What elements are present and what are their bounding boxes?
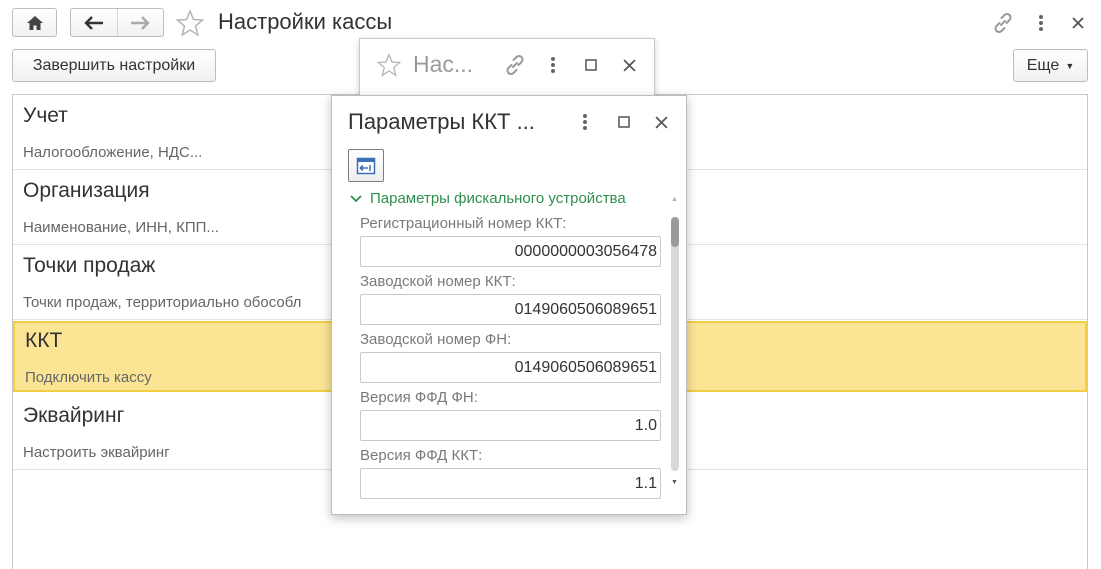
read-parameters-button[interactable] — [348, 149, 384, 182]
section-subtitle[interactable]: Наименование, ИНН, КПП... — [23, 219, 219, 236]
scrollbar-thumb[interactable] — [671, 217, 679, 247]
section-subtitle[interactable]: Подключить кассу — [25, 369, 152, 386]
maximize-icon — [585, 59, 597, 71]
window-title: Нас... — [413, 51, 474, 77]
registration-number-field[interactable]: 0000000003056478 — [360, 236, 661, 267]
link-button[interactable] — [990, 10, 1016, 36]
home-icon — [26, 15, 43, 30]
section-title: ККТ — [25, 329, 63, 352]
more-vertical-icon — [1039, 15, 1043, 31]
ffd-kkt-version-field[interactable]: 1.1 — [360, 468, 661, 499]
more-menu-button[interactable] — [575, 109, 595, 135]
fiscal-device-group-header[interactable]: Параметры фискального устройства — [350, 190, 626, 207]
close-icon — [622, 58, 636, 72]
more-menu-button[interactable] — [543, 52, 563, 78]
scroll-down-icon[interactable]: ▼ — [671, 479, 678, 486]
close-button[interactable] — [1068, 10, 1088, 36]
back-arrow-icon — [84, 15, 103, 30]
favorite-star[interactable] — [376, 52, 402, 78]
maximize-button[interactable] — [581, 52, 601, 78]
navigation-buttons — [70, 8, 164, 37]
forward-button[interactable] — [116, 9, 164, 36]
link-icon — [994, 12, 1012, 34]
scroll-up-icon[interactable]: ▲ — [671, 196, 678, 203]
finish-settings-label: Завершить настройки — [32, 56, 196, 74]
star-icon — [176, 9, 204, 37]
more-button-label: Еще — [1026, 56, 1060, 74]
kkt-serial-number-field[interactable]: 0149060506089651 — [360, 294, 661, 325]
section-title: Точки продаж — [23, 254, 156, 277]
more-button[interactable]: Еще ▼ — [1013, 49, 1088, 82]
fn-serial-number-field[interactable]: 0149060506089651 — [360, 352, 661, 383]
maximize-icon — [618, 116, 630, 128]
back-button[interactable] — [71, 9, 117, 36]
more-menu-button[interactable] — [1031, 10, 1051, 36]
section-title: Учет — [23, 104, 68, 127]
star-icon — [377, 53, 401, 77]
more-vertical-icon — [583, 114, 587, 130]
field-label: Заводской номер ККТ: — [360, 273, 516, 290]
link-icon — [506, 54, 524, 76]
kkt-parameters-dialog[interactable]: Параметры ККТ ... Параметры фискального … — [331, 95, 687, 515]
dropdown-arrow-icon: ▼ — [1065, 60, 1075, 71]
close-button[interactable] — [651, 109, 671, 135]
group-title: Параметры фискального устройства — [370, 190, 626, 207]
ffd-fn-version-field[interactable]: 1.0 — [360, 410, 661, 441]
section-title: Организация — [23, 179, 150, 202]
favorite-star[interactable] — [174, 8, 206, 38]
field-label: Регистрационный номер ККТ: — [360, 215, 567, 232]
close-icon — [654, 115, 668, 129]
scrollbar-track[interactable] — [671, 217, 679, 471]
close-button[interactable] — [619, 52, 639, 78]
maximize-button[interactable] — [614, 109, 634, 135]
section-title: Эквайринг — [23, 404, 125, 427]
link-button[interactable] — [502, 52, 528, 78]
section-subtitle[interactable]: Точки продаж, территориально обособл — [23, 294, 301, 311]
device-read-icon — [356, 157, 376, 174]
section-subtitle[interactable]: Настроить эквайринг — [23, 444, 170, 461]
field-label: Версия ФФД ККТ: — [360, 447, 483, 464]
background-window[interactable]: Нас... — [359, 38, 655, 100]
more-vertical-icon — [551, 57, 555, 73]
finish-settings-button[interactable]: Завершить настройки — [12, 49, 216, 82]
dialog-title: Параметры ККТ ... — [348, 109, 535, 134]
chevron-down-icon — [350, 194, 362, 202]
page-title: Настройки кассы — [218, 9, 393, 34]
close-icon — [1072, 17, 1084, 29]
field-label: Заводской номер ФН: — [360, 331, 512, 348]
field-label: Версия ФФД ФН: — [360, 389, 478, 406]
forward-arrow-icon — [131, 15, 150, 30]
section-subtitle[interactable]: Налогообложение, НДС... — [23, 144, 202, 161]
home-button[interactable] — [12, 8, 57, 37]
